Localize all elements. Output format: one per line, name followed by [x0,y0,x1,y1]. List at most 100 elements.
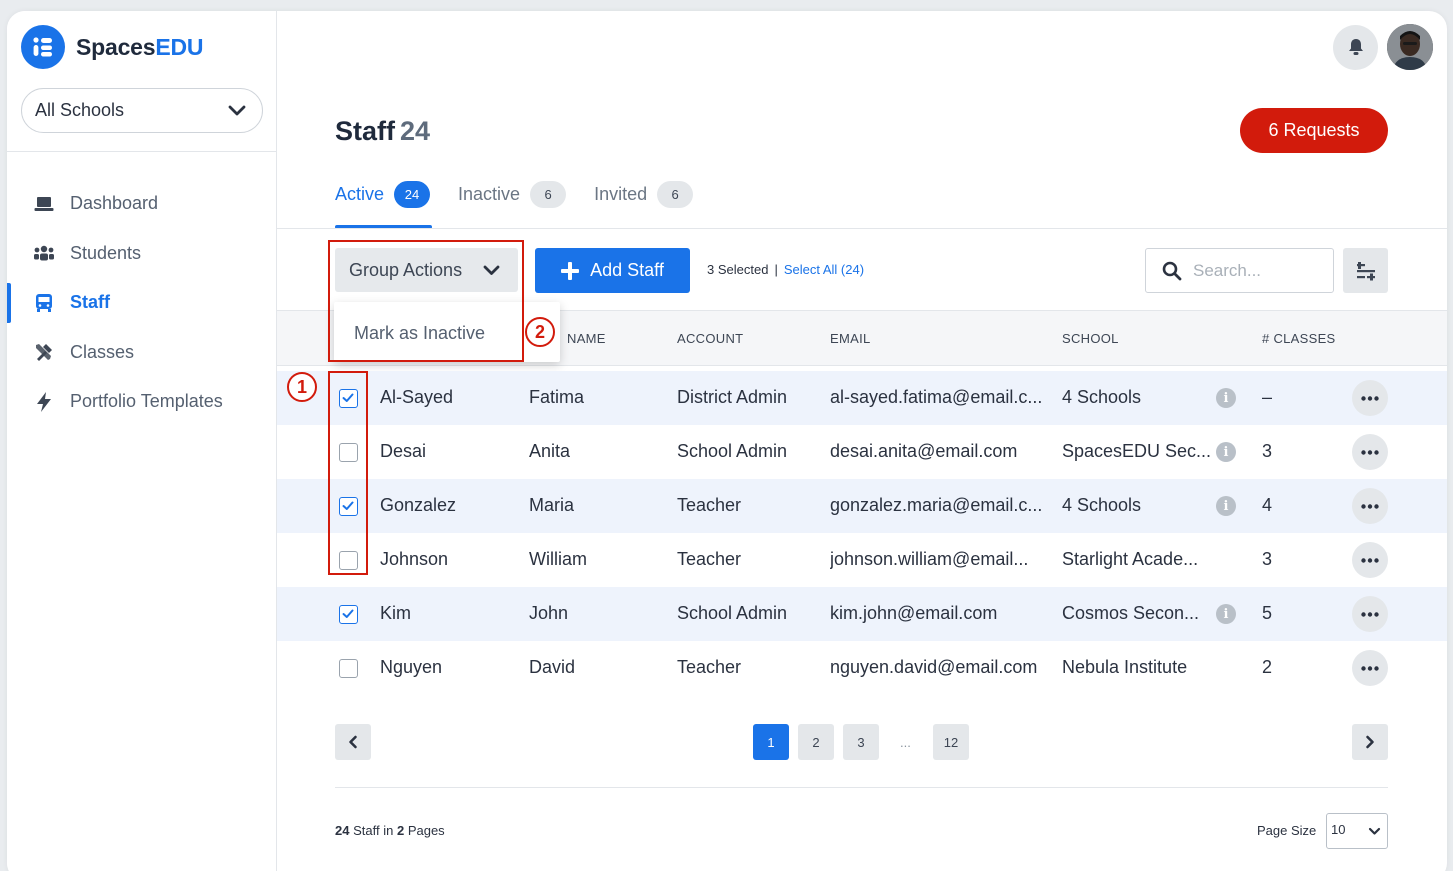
first-name-cell: David [529,657,576,677]
first-name-cell: Anita [529,441,571,461]
total-summary: 24 Staff in 2 Pages [335,823,445,838]
school-select[interactable]: All Schools [21,88,263,133]
row-actions-button[interactable] [1352,488,1388,524]
table-row[interactable]: Al-Sayed Fatima District Admin al-sayed.fat… [277,371,1447,425]
more-icon [1361,395,1379,401]
tab-count-badge: 6 [657,180,694,208]
search-icon [1162,261,1182,280]
email-cell: nguyen.david@email.com [830,657,1038,677]
sidebar-item-label: Staff [70,292,110,313]
tab-count-badge: 24 [394,180,431,208]
row-checkbox[interactable] [339,605,358,624]
checkmark-icon [342,609,354,618]
sidebar-item-label: Portfolio Templates [70,391,223,412]
annotation-marker-1: 1 [287,372,317,402]
table-row[interactable]: Desai Anita School Admin desai.anita@email.… [277,425,1447,479]
brand-name-part2: EDU [155,33,204,60]
summary-text: Staff in [353,823,394,838]
classes-cell: 3 [1262,441,1273,461]
row-actions-button[interactable] [1352,380,1388,416]
table-row[interactable]: Nguyen David Teacher nguyen.david@email.com… [277,641,1447,695]
prev-page-button[interactable] [335,724,371,760]
tab-label: Inactive [458,183,521,204]
row-actions-button[interactable] [1352,542,1388,578]
app-window: SpacesEDU All Schools Dashboard Students… [7,11,1447,871]
selection-info: 3 Selected | Select All (24) [707,262,864,277]
tab-inactive[interactable]: Inactive 6 [458,179,567,209]
tab-active[interactable]: Active 24 [335,179,431,209]
column-header-first-name[interactable]: NAME [567,331,606,346]
selection-separator: | [774,262,778,277]
column-header-classes[interactable]: # CLASSES [1262,331,1336,346]
row-actions-button[interactable] [1352,650,1388,686]
tab-invited[interactable]: Invited 6 [594,179,694,209]
row-actions-button[interactable] [1352,434,1388,470]
total-pages: 2 [396,823,405,838]
plus-icon [561,261,580,280]
more-icon [1361,611,1379,617]
classes-cell: 5 [1262,603,1273,623]
info-icon[interactable]: i [1216,604,1236,624]
sidebar-item-label: Dashboard [70,193,159,214]
first-name-cell: William [529,549,587,569]
footer-divider [335,787,1388,788]
classes-cell: – [1262,387,1273,407]
more-icon [1361,449,1379,455]
users-icon [33,242,55,264]
requests-button[interactable]: 6 Requests [1240,108,1388,153]
info-icon[interactable]: i [1216,388,1236,408]
tab-label: Invited [594,183,648,204]
logo[interactable]: SpacesEDU [21,25,204,69]
account-cell: School Admin [677,441,788,461]
sidebar-item-portfolio-templates[interactable]: Portfolio Templates [7,377,277,427]
row-actions-button[interactable] [1352,596,1388,632]
page-3-button[interactable]: 3 [843,724,879,760]
column-header-account[interactable]: ACCOUNT [677,331,743,346]
sidebar-divider [7,151,277,152]
next-page-button[interactable] [1352,724,1388,760]
filter-button[interactable] [1343,248,1388,293]
page-2-button[interactable]: 2 [798,724,834,760]
more-icon [1361,665,1379,671]
page-title: Staff 24 [335,116,430,147]
column-header-school[interactable]: SCHOOL [1062,331,1119,346]
sidebar-item-students[interactable]: Students [7,229,277,279]
classes-cell: 2 [1262,657,1273,677]
page-size-select[interactable]: 10 [1326,813,1388,849]
search-input[interactable]: Search... [1145,248,1334,293]
school-select-value: All Schools [35,100,125,120]
chevron-left-icon [349,735,357,749]
notification-button[interactable] [1333,24,1378,70]
chevron-down-icon [228,105,246,115]
avatar[interactable] [1387,24,1433,70]
sidebar-item-classes[interactable]: Classes [7,328,277,378]
bell-icon [1348,39,1363,55]
page-title-count: 24 [400,116,431,146]
pagination-ellipsis: ... [900,735,911,750]
annotation-box-group-actions [328,240,524,362]
sidebar-item-staff[interactable]: Staff [7,278,277,328]
page-1-button[interactable]: 1 [753,724,789,760]
page-12-button[interactable]: 12 [933,724,969,760]
select-all-link[interactable]: Select All (24) [784,262,864,277]
summary-pages-label: Pages [407,823,445,838]
table-row[interactable]: Gonzalez Maria Teacher gonzalez.maria@email… [277,479,1447,533]
account-cell: School Admin [677,603,788,623]
tools-icon [33,341,55,363]
sidebar-item-dashboard[interactable]: Dashboard [7,179,277,229]
selected-count: 3 Selected [707,262,769,277]
tabs-divider [277,228,1447,229]
table-row[interactable]: Kim John School Admin kim.john@email.com Cos… [277,587,1447,641]
column-header-email[interactable]: EMAIL [830,331,871,346]
row-checkbox[interactable] [339,659,358,678]
school-cell: Nebula Institute [1062,657,1188,677]
info-icon[interactable]: i [1216,442,1236,462]
add-staff-button[interactable]: Add Staff [535,248,690,293]
info-icon[interactable]: i [1216,496,1236,516]
table-row[interactable]: Johnson William Teacher johnson.william@ema… [277,533,1447,587]
more-icon [1361,503,1379,509]
last-name-cell: Al-Sayed [380,387,454,407]
table-end [277,689,1447,690]
school-cell: SpacesEDU Sec... [1062,441,1212,461]
sliders-icon [1356,261,1375,280]
